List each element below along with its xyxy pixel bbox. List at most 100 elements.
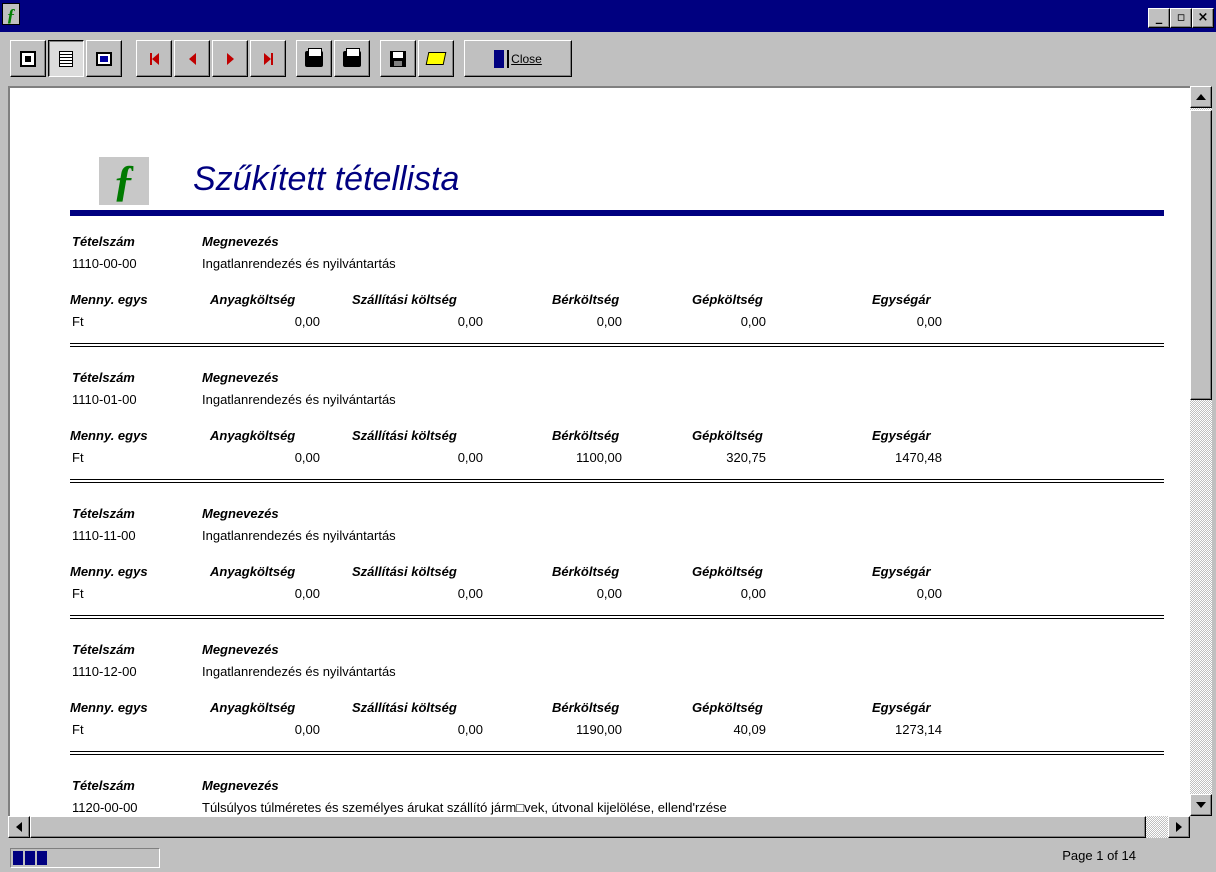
transport-value: 0,00	[457, 314, 483, 329]
progress-indicator	[10, 848, 160, 868]
open-button[interactable]	[418, 40, 454, 77]
transport-header: Szállítási költség	[352, 700, 457, 715]
item-no-value: 1110-12-00	[72, 664, 137, 679]
transport-value: 0,00	[457, 586, 483, 601]
transport-value: 0,00	[457, 722, 483, 737]
page-width-button[interactable]	[48, 40, 84, 77]
first-page-button[interactable]	[136, 40, 172, 77]
name-value: Ingatlanrendezés és nyilvántartás	[202, 256, 396, 271]
last-page-icon	[263, 52, 271, 65]
status-bar: Page 1 of 14	[0, 840, 1216, 872]
save-icon	[390, 50, 406, 67]
name-header: Megnevezés	[202, 506, 279, 521]
machine-value: 40,09	[733, 722, 766, 737]
machine-header: Gépköltség	[692, 700, 763, 715]
page-info: Page 1 of 14	[1062, 848, 1136, 863]
record-divider	[70, 615, 1164, 619]
print-setup-icon	[305, 47, 323, 67]
transport-header: Szállítási költség	[352, 564, 457, 579]
last-page-button[interactable]	[250, 40, 286, 77]
material-value: 0,00	[294, 450, 320, 465]
previous-page-button[interactable]	[174, 40, 210, 77]
unit-price-value: 0,00	[916, 586, 942, 601]
labor-header: Bérköltség	[552, 700, 620, 715]
machine-value: 0,00	[740, 586, 766, 601]
item-no-header: Tételszám	[72, 506, 135, 521]
whole-page-button[interactable]	[10, 40, 46, 77]
report-preview[interactable]: ƒ Szűkített tétellista Tételszám Megnevez…	[8, 86, 1192, 816]
arrow-right-icon	[1176, 822, 1182, 832]
scroll-up-button[interactable]	[1190, 86, 1212, 108]
unit-price-value: 1470,48	[895, 450, 942, 465]
scroll-corner	[1190, 816, 1212, 838]
arrow-left-icon	[16, 822, 22, 832]
print-setup-button[interactable]	[296, 40, 332, 77]
transport-header: Szállítási költség	[352, 428, 457, 443]
item-no-header: Tételszám	[72, 370, 135, 385]
name-value: Ingatlanrendezés és nyilvántartás	[202, 392, 396, 407]
folder-open-icon	[425, 52, 447, 65]
previous-page-icon	[188, 52, 196, 65]
zoom-icon	[96, 51, 112, 66]
unit-value: Ft	[72, 722, 84, 737]
vertical-scrollbar[interactable]	[1190, 86, 1212, 816]
material-value: 0,00	[294, 722, 320, 737]
app-icon[interactable]: ƒ	[2, 3, 20, 25]
horizontal-scroll-thumb[interactable]	[30, 816, 1146, 838]
labor-header: Bérköltség	[552, 428, 620, 443]
labor-value: 0,00	[596, 314, 622, 329]
item-no-header: Tételszám	[72, 642, 135, 657]
unit-header: Menny. egys	[70, 292, 148, 307]
scroll-down-button[interactable]	[1190, 794, 1212, 816]
unit-value: Ft	[72, 314, 84, 329]
progress-block	[37, 851, 47, 865]
maximize-button[interactable]: ▫	[1170, 8, 1192, 28]
machine-header: Gépköltség	[692, 292, 763, 307]
item-no-value: 1110-00-00	[72, 256, 137, 271]
labor-header: Bérköltség	[552, 292, 620, 307]
unit-price-header: Egységár	[872, 564, 931, 579]
next-page-icon	[226, 52, 234, 65]
material-value: 0,00	[294, 586, 320, 601]
unit-price-value: 1273,14	[895, 722, 942, 737]
unit-value: Ft	[72, 586, 84, 601]
labor-value: 1100,00	[575, 450, 622, 465]
unit-price-header: Egységár	[872, 700, 931, 715]
name-value: Ingatlanrendezés és nyilvántartás	[202, 664, 396, 679]
item-no-value: 1120-00-00	[72, 800, 138, 815]
door-icon	[494, 49, 508, 68]
labor-value: 0,00	[596, 586, 622, 601]
unit-price-header: Egységár	[872, 292, 931, 307]
item-no-header: Tételszám	[72, 778, 135, 793]
title-divider	[70, 210, 1164, 216]
close-report-button[interactable]: Close	[464, 40, 572, 77]
scroll-right-button[interactable]	[1168, 816, 1190, 838]
minimize-button[interactable]: _	[1148, 8, 1170, 28]
print-button[interactable]	[334, 40, 370, 77]
unit-header: Menny. egys	[70, 700, 148, 715]
name-header: Megnevezés	[202, 642, 279, 657]
machine-header: Gépköltség	[692, 428, 763, 443]
unit-header: Menny. egys	[70, 564, 148, 579]
page-width-icon	[59, 50, 73, 67]
close-label: Close	[511, 51, 542, 66]
close-window-button[interactable]: ×	[1192, 8, 1214, 28]
material-header: Anyagköltség	[210, 564, 296, 579]
save-button[interactable]	[380, 40, 416, 77]
name-header: Megnevezés	[202, 778, 279, 793]
material-value: 0,00	[294, 314, 320, 329]
arrow-down-icon	[1196, 802, 1206, 808]
item-no-value: 1110-11-00	[72, 528, 136, 543]
record-divider	[70, 751, 1164, 755]
material-header: Anyagköltség	[210, 428, 296, 443]
vertical-scroll-thumb[interactable]	[1190, 110, 1212, 400]
horizontal-scrollbar[interactable]	[8, 816, 1190, 838]
unit-price-header: Egységár	[872, 428, 931, 443]
progress-block	[25, 851, 35, 865]
scroll-left-button[interactable]	[8, 816, 30, 838]
unit-header: Menny. egys	[70, 428, 148, 443]
machine-header: Gépköltség	[692, 564, 763, 579]
record-divider	[70, 479, 1164, 483]
zoom-button[interactable]	[86, 40, 122, 77]
next-page-button[interactable]	[212, 40, 248, 77]
